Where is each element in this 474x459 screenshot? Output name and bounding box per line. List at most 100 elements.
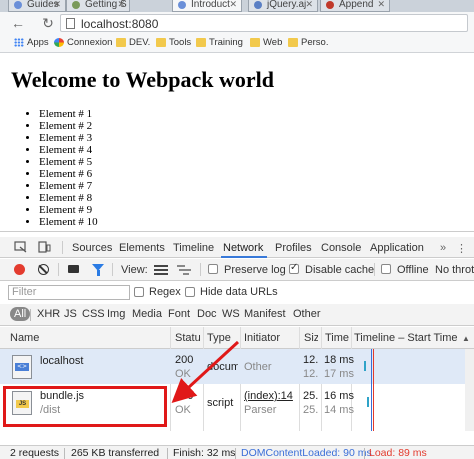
apps-grid-icon (14, 38, 24, 47)
load-time: Load: 89 ms (369, 447, 427, 459)
request-content-size: 12... (303, 368, 319, 380)
type-filter-media[interactable]: Media (132, 308, 162, 320)
folder-icon (116, 38, 126, 47)
devtools-tab-timeline[interactable]: Timeline (173, 242, 214, 254)
folder-icon (196, 38, 206, 47)
type-filter-ws[interactable]: WS (222, 308, 240, 320)
list-item: Element # 2 (39, 120, 98, 132)
bookmark-tools[interactable]: Tools (156, 37, 191, 48)
bookmark-label: Apps (27, 37, 49, 48)
regex-checkbox[interactable] (134, 287, 144, 297)
column-header-timeline[interactable]: Timeline – Start Time (354, 332, 464, 344)
list-item: Element # 4 (39, 144, 98, 156)
divider (364, 448, 365, 459)
tab-favicon-icon (14, 1, 22, 9)
browser-tab[interactable]: Guides ✕ (8, 0, 66, 12)
devtools-tab-application[interactable]: Application (370, 242, 424, 254)
back-icon[interactable]: ← (10, 15, 26, 31)
type-filter-other[interactable]: Other (293, 308, 321, 320)
more-tabs-icon[interactable]: » (440, 242, 446, 254)
tab-favicon-icon (326, 1, 334, 9)
browser-tab-active[interactable]: Introduct ✕ (172, 0, 242, 12)
divider (167, 448, 168, 459)
bookmark-dev[interactable]: DEV. (116, 37, 150, 48)
finish-time: Finish: 32 ms (173, 447, 236, 459)
browser-tab[interactable]: jQuery.aj ✕ (248, 0, 318, 12)
close-tab-icon[interactable]: ✕ (53, 0, 61, 10)
initiator-link[interactable]: (index):14 (244, 390, 293, 402)
bookmark-web[interactable]: Web (250, 37, 282, 48)
column-header-time[interactable]: Time (325, 332, 349, 344)
close-tab-icon[interactable]: ✕ (117, 0, 125, 10)
divider (62, 241, 63, 254)
filter-icon[interactable] (92, 264, 104, 276)
devtools-tab-console[interactable]: Console (321, 242, 361, 254)
waterfall-bar[interactable] (364, 361, 366, 371)
element-list: Element # 1 Element # 2 Element # 3 Elem… (39, 108, 98, 228)
reload-icon[interactable]: ↻ (40, 15, 56, 31)
close-tab-icon[interactable]: ✕ (229, 0, 237, 10)
sort-arrow-icon: ▲ (462, 334, 470, 343)
bookmark-perso[interactable]: Perso. (288, 37, 328, 48)
column-header-status[interactable]: Status (175, 332, 201, 344)
filter-input[interactable]: Filter (8, 285, 130, 300)
table-row[interactable]: localhost 200 OK document Other 12... 12… (0, 349, 474, 384)
offline-checkbox[interactable] (381, 264, 391, 274)
column-header-type[interactable]: Type (207, 332, 237, 344)
bookmark-label: Connexion (67, 37, 113, 48)
load-marker (373, 349, 374, 431)
device-toolbar-icon[interactable] (38, 241, 51, 253)
request-status-text: OK (175, 404, 191, 416)
bookmark-connexion[interactable]: Connexion (54, 37, 112, 48)
divider (30, 309, 31, 321)
inspect-element-icon[interactable] (14, 241, 27, 253)
bookmark-apps[interactable]: Apps (14, 37, 49, 48)
large-rows-icon[interactable] (154, 265, 168, 275)
list-item: Element # 6 (39, 168, 98, 180)
type-filter-img[interactable]: Img (107, 308, 125, 320)
more-options-icon[interactable]: ⋮ (456, 242, 467, 255)
throttling-select[interactable]: No throttling (435, 264, 474, 276)
record-icon[interactable] (14, 264, 25, 275)
type-filter-js[interactable]: JS (64, 308, 77, 320)
page-heading: Welcome to Webpack world (11, 67, 274, 92)
type-filter-xhr[interactable]: XHR (37, 308, 60, 320)
type-filter-all[interactable]: All (10, 307, 31, 321)
request-status: 200 (175, 390, 194, 402)
address-bar[interactable]: localhost:8080 (60, 14, 468, 32)
tab-favicon-icon (178, 1, 186, 9)
vertical-scrollbar[interactable] (465, 349, 474, 431)
resource-type-filter: All XHR JS CSS Img Media Font Doc WS Man… (0, 304, 474, 326)
hide-data-urls-checkbox[interactable] (185, 287, 195, 297)
preserve-log-checkbox[interactable] (208, 264, 218, 274)
devtools-tab-elements[interactable]: Elements (119, 242, 165, 254)
divider (200, 263, 201, 276)
network-toolbar: View: Preserve log Disable cache Offline… (0, 259, 474, 281)
request-type: script (207, 397, 234, 409)
type-filter-manifest[interactable]: Manifest (244, 308, 286, 320)
folder-icon (288, 38, 298, 47)
waterfall-view-icon[interactable] (177, 265, 191, 275)
devtools-tab-network[interactable]: Network (223, 242, 263, 254)
type-filter-font[interactable]: Font (168, 308, 190, 320)
page-icon (66, 18, 75, 29)
browser-tab[interactable]: Append ✕ (320, 0, 390, 12)
hide-data-urls-label: Hide data URLs (200, 286, 278, 298)
capture-screenshots-icon[interactable] (68, 265, 79, 273)
disable-cache-checkbox[interactable] (289, 262, 299, 274)
request-status-text: OK (175, 368, 191, 380)
browser-tab[interactable]: Getting S ✕ (66, 0, 130, 12)
column-header-size[interactable]: Size (304, 332, 318, 344)
devtools-tab-bar: Sources Elements Timeline Network Profil… (0, 237, 474, 258)
devtools-tab-profiles[interactable]: Profiles (275, 242, 312, 254)
close-tab-icon[interactable]: ✕ (377, 0, 385, 10)
column-header-initiator[interactable]: Initiator (244, 332, 296, 344)
waterfall-bar[interactable] (367, 397, 369, 407)
type-filter-css[interactable]: CSS (82, 308, 105, 320)
clear-icon[interactable] (38, 264, 49, 275)
bookmark-training[interactable]: Training (196, 37, 243, 48)
close-tab-icon[interactable]: ✕ (305, 0, 313, 10)
column-header-name[interactable]: Name (10, 332, 39, 344)
type-filter-doc[interactable]: Doc (197, 308, 217, 320)
devtools-tab-sources[interactable]: Sources (72, 242, 112, 254)
